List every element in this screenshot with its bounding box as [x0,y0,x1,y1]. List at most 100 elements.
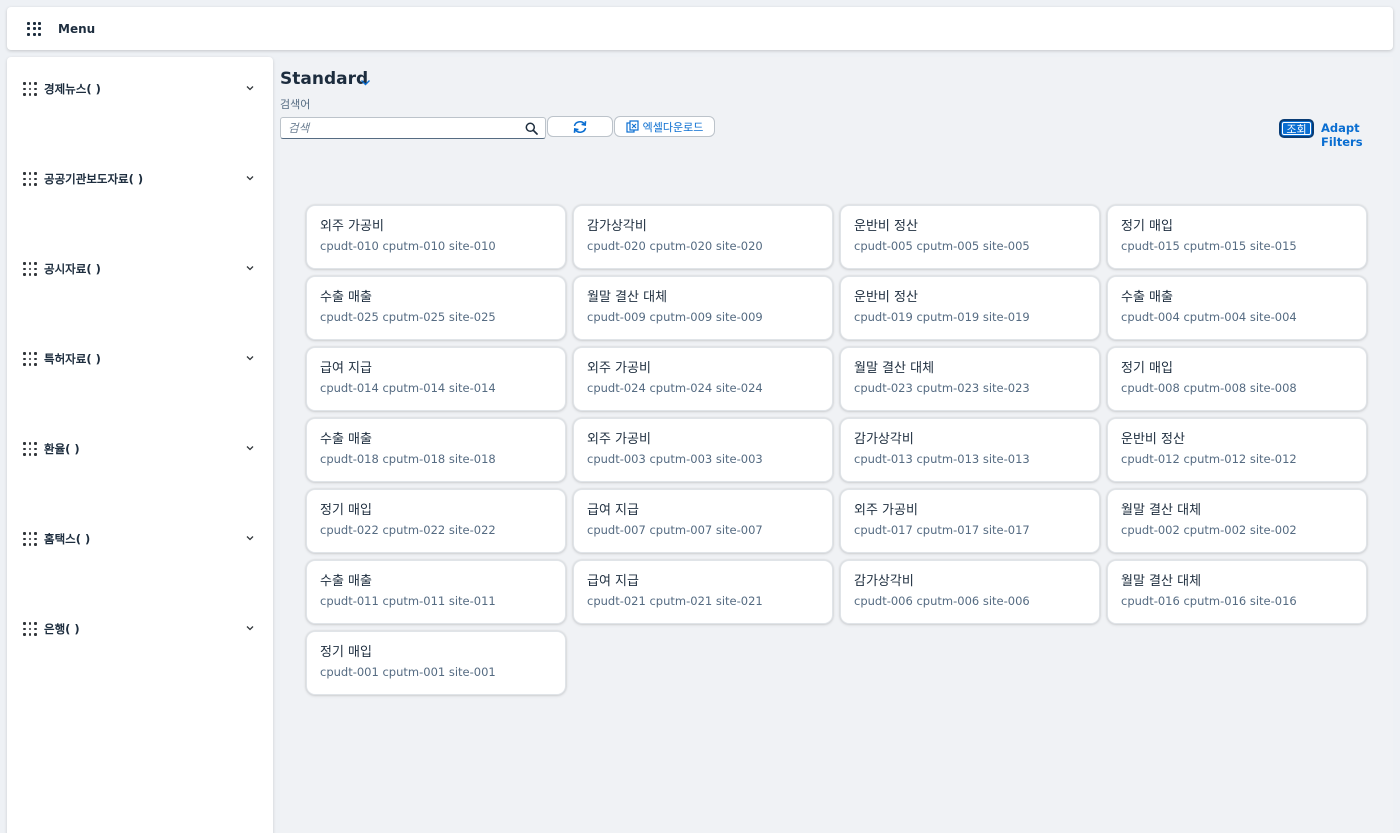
tile-subtitle: cpudt-008 cputm-008 site-008 [1121,381,1297,395]
tile-card[interactable]: 외주 가공비 cpudt-024 cputm-024 site-024 [573,347,833,411]
search-label: 검색어 [280,98,311,111]
chevron-down-icon[interactable] [245,173,255,183]
tile-title: 감가상각비 [854,574,914,589]
tile-subtitle: cpudt-011 cputm-011 site-011 [320,594,496,608]
tile-title: 월말 결산 대체 [854,361,935,376]
sidebar-item-patents[interactable]: 특허자료( ) [7,345,273,373]
menu-label[interactable]: Menu [58,22,95,36]
sidebar-item-label: 홈택스( ) [44,532,91,546]
search-input[interactable] [281,118,517,138]
tile-title: 감가상각비 [587,219,647,234]
search-icon[interactable] [525,122,538,135]
sidebar-item-economic-news[interactable]: 경제뉴스( ) [7,75,273,103]
refresh-icon [573,120,587,133]
tile-card[interactable]: 월말 결산 대체 cpudt-016 cputm-016 site-016 [1107,560,1367,624]
tile-subtitle: cpudt-023 cputm-023 site-023 [854,381,1030,395]
tile-card[interactable]: 정기 매입 cpudt-022 cputm-022 site-022 [306,489,566,553]
tile-card[interactable]: 감가상각비 cpudt-013 cputm-013 site-013 [840,418,1100,482]
tile-subtitle: cpudt-005 cputm-005 site-005 [854,239,1030,253]
tile-title: 월말 결산 대체 [1121,503,1202,518]
tile-card[interactable]: 운반비 정산 cpudt-012 cputm-012 site-012 [1107,418,1367,482]
tile-subtitle: cpudt-021 cputm-021 site-021 [587,594,763,608]
tile-subtitle: cpudt-018 cputm-018 site-018 [320,452,496,466]
tile-card[interactable]: 감가상각비 cpudt-020 cputm-020 site-020 [573,205,833,269]
tile-title: 외주 가공비 [587,432,651,447]
tile-card[interactable]: 외주 가공비 cpudt-003 cputm-003 site-003 [573,418,833,482]
tile-card[interactable]: 급여 지급 cpudt-014 cputm-014 site-014 [306,347,566,411]
tile-subtitle: cpudt-022 cputm-022 site-022 [320,523,496,537]
tile-title: 급여 지급 [587,503,639,518]
tile-card[interactable]: 월말 결산 대체 cpudt-009 cputm-009 site-009 [573,276,833,340]
tile-card[interactable]: 외주 가공비 cpudt-017 cputm-017 site-017 [840,489,1100,553]
tile-title: 수출 매출 [320,290,372,305]
sidebar-item-label: 환율( ) [44,442,80,456]
tile-subtitle: cpudt-006 cputm-006 site-006 [854,594,1030,608]
chevron-down-icon[interactable] [245,443,255,453]
drag-handle-icon [23,262,37,276]
tile-title: 정기 매입 [320,645,372,660]
drag-handle-icon [23,82,37,96]
tile-subtitle: cpudt-020 cputm-020 site-020 [587,239,763,253]
tile-subtitle: cpudt-017 cputm-017 site-017 [854,523,1030,537]
tile-title: 급여 지급 [587,574,639,589]
tile-title: 정기 매입 [320,503,372,518]
tile-title: 외주 가공비 [320,219,384,234]
chevron-down-icon[interactable] [245,263,255,273]
go-button[interactable]: 조회 [1279,119,1314,138]
tile-card[interactable]: 수출 매출 cpudt-011 cputm-011 site-011 [306,560,566,624]
sidebar-item-press-releases[interactable]: 공공기관보도자료( ) [7,165,273,193]
tile-subtitle: cpudt-009 cputm-009 site-009 [587,310,763,324]
sidebar-item-label: 경제뉴스( ) [44,82,101,96]
search-field [280,117,546,139]
sidebar-item-bank[interactable]: 은행( ) [7,615,273,643]
tile-card[interactable]: 정기 매입 cpudt-001 cputm-001 site-001 [306,631,566,695]
tile-card[interactable]: 수출 매출 cpudt-025 cputm-025 site-025 [306,276,566,340]
sidebar-item-disclosures[interactable]: 공시자료( ) [7,255,273,283]
tile-card[interactable]: 외주 가공비 cpudt-010 cputm-010 site-010 [306,205,566,269]
sidebar-item-label: 공공기관보도자료( ) [44,172,144,186]
main-content: Standard 검색어 엑셀다운로드 조회 Adapt Filters 외주 … [280,57,1393,833]
tile-card[interactable]: 급여 지급 cpudt-021 cputm-021 site-021 [573,560,833,624]
excel-download-button[interactable]: 엑셀다운로드 [614,116,715,137]
tile-container: 외주 가공비 cpudt-010 cputm-010 site-010 감가상각비 c… [306,205,1368,695]
drag-handle-icon [23,172,37,186]
chevron-down-icon[interactable] [245,83,255,93]
tile-title: 수출 매출 [320,432,372,447]
tile-title: 정기 매입 [1121,361,1173,376]
shell-header: Menu [7,7,1393,50]
tile-subtitle: cpudt-010 cputm-010 site-010 [320,239,496,253]
tile-subtitle: cpudt-016 cputm-016 site-016 [1121,594,1297,608]
chevron-down-icon[interactable] [245,533,255,543]
tile-card[interactable]: 급여 지급 cpudt-007 cputm-007 site-007 [573,489,833,553]
sidebar-item-label: 공시자료( ) [44,262,101,276]
tile-subtitle: cpudt-001 cputm-001 site-001 [320,665,496,679]
tile-subtitle: cpudt-014 cputm-014 site-014 [320,381,496,395]
adapt-filters-link[interactable]: Adapt Filters [1321,121,1393,149]
variant-title[interactable]: Standard [280,69,368,89]
refresh-button[interactable] [547,116,613,137]
sidebar-item-exchange-rates[interactable]: 환율( ) [7,435,273,463]
tile-subtitle: cpudt-015 cputm-015 site-015 [1121,239,1297,253]
tile-subtitle: cpudt-025 cputm-025 site-025 [320,310,496,324]
tile-card[interactable]: 월말 결산 대체 cpudt-002 cputm-002 site-002 [1107,489,1367,553]
chevron-down-icon[interactable] [245,353,255,363]
tile-card[interactable]: 정기 매입 cpudt-015 cputm-015 site-015 [1107,205,1367,269]
tile-title: 운반비 정산 [1121,432,1185,447]
tile-card[interactable]: 운반비 정산 cpudt-005 cputm-005 site-005 [840,205,1100,269]
app-grid-icon[interactable] [27,21,41,36]
tile-subtitle: cpudt-007 cputm-007 site-007 [587,523,763,537]
tile-title: 외주 가공비 [854,503,918,518]
tile-card[interactable]: 정기 매입 cpudt-008 cputm-008 site-008 [1107,347,1367,411]
chevron-down-icon[interactable] [360,77,371,88]
tile-card[interactable]: 감가상각비 cpudt-006 cputm-006 site-006 [840,560,1100,624]
tile-title: 감가상각비 [854,432,914,447]
tile-card[interactable]: 운반비 정산 cpudt-019 cputm-019 site-019 [840,276,1100,340]
tile-title: 운반비 정산 [854,290,918,305]
sidebar-item-hometax[interactable]: 홈택스( ) [7,525,273,553]
tile-card[interactable]: 수출 매출 cpudt-004 cputm-004 site-004 [1107,276,1367,340]
tile-card[interactable]: 월말 결산 대체 cpudt-023 cputm-023 site-023 [840,347,1100,411]
tile-subtitle: cpudt-019 cputm-019 site-019 [854,310,1030,324]
tile-card[interactable]: 수출 매출 cpudt-018 cputm-018 site-018 [306,418,566,482]
tile-title: 정기 매입 [1121,219,1173,234]
chevron-down-icon[interactable] [245,623,255,633]
